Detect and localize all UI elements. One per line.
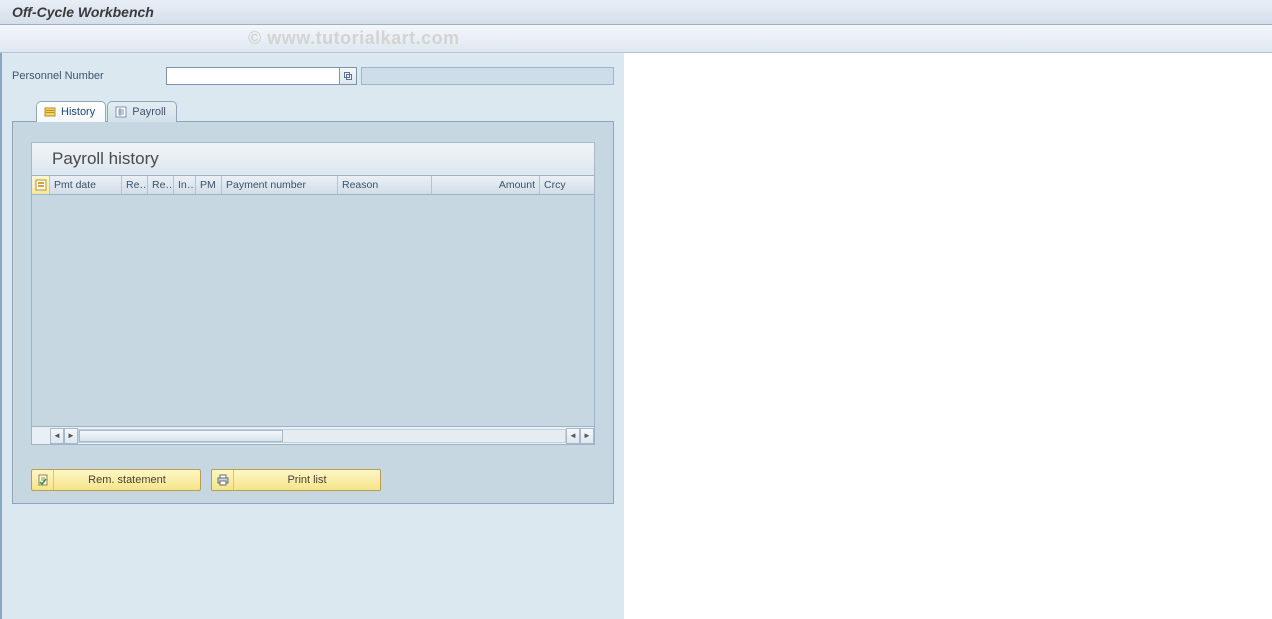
personnel-number-label: Personnel Number	[12, 70, 166, 82]
scroll-left-button[interactable]: ◄	[50, 428, 64, 444]
button-row: Rem. statement Print list	[31, 469, 595, 491]
rem-statement-button[interactable]: Rem. statement	[31, 469, 201, 491]
scroll-right-button[interactable]: ►	[64, 428, 78, 444]
scroll-right-end-button[interactable]: ►	[580, 428, 594, 444]
personnel-name-display	[361, 67, 614, 85]
payroll-icon	[114, 105, 128, 119]
personnel-number-input[interactable]	[166, 67, 340, 85]
tab-panel-history: Payroll history Pmt date Re… Re… In… PM …	[12, 121, 614, 504]
col-crcy[interactable]: Crcy	[540, 176, 594, 194]
rem-statement-label: Rem. statement	[54, 474, 200, 486]
application-toolbar	[0, 25, 1272, 53]
personnel-number-row: Personnel Number	[12, 67, 614, 85]
chevron-right-icon: ►	[583, 431, 591, 440]
grid-scrollbar: ◄ ► ◄ ►	[31, 427, 595, 445]
grid-header: Pmt date Re… Re… In… PM Payment number R…	[31, 175, 595, 195]
scroll-thumb[interactable]	[79, 430, 283, 442]
page-title: Off-Cycle Workbench	[12, 4, 154, 20]
chevron-right-icon: ►	[67, 431, 75, 440]
col-in[interactable]: In…	[174, 176, 196, 194]
col-re2[interactable]: Re…	[148, 176, 174, 194]
col-reason[interactable]: Reason	[338, 176, 432, 194]
search-help-icon	[343, 69, 353, 84]
col-re1[interactable]: Re…	[122, 176, 148, 194]
col-amount[interactable]: Amount	[432, 176, 540, 194]
tab-payroll[interactable]: Payroll	[107, 101, 177, 122]
tab-history[interactable]: History	[36, 101, 106, 122]
scroll-track[interactable]	[78, 429, 566, 443]
grid-body	[31, 195, 595, 427]
tab-strip: History Payroll	[36, 101, 614, 122]
title-bar: Off-Cycle Workbench	[0, 0, 1272, 25]
document-icon	[32, 470, 54, 490]
tab-payroll-label: Payroll	[132, 106, 166, 118]
tab-history-label: History	[61, 106, 95, 118]
chevron-left-icon: ◄	[569, 431, 577, 440]
col-payment-number[interactable]: Payment number	[222, 176, 338, 194]
history-icon	[43, 105, 57, 119]
tab-container: History Payroll Payroll history	[12, 101, 614, 504]
chevron-left-icon: ◄	[53, 431, 61, 440]
content-area: Personnel Number His	[0, 53, 624, 619]
section-title: Payroll history	[31, 142, 595, 175]
scroll-left-end-button[interactable]: ◄	[566, 428, 580, 444]
search-help-button[interactable]	[339, 67, 357, 85]
print-list-label: Print list	[234, 474, 380, 486]
select-all-icon	[35, 179, 47, 191]
grid-select-all[interactable]	[32, 176, 50, 194]
print-list-button[interactable]: Print list	[211, 469, 381, 491]
col-pm[interactable]: PM	[196, 176, 222, 194]
printer-icon	[212, 470, 234, 490]
col-pmt-date[interactable]: Pmt date	[50, 176, 122, 194]
